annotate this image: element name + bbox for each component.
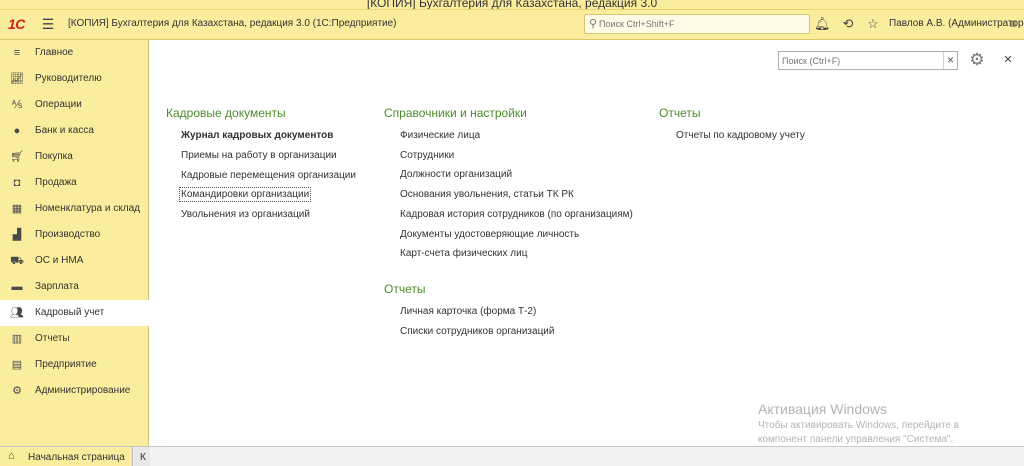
section-title-refs-reports: Отчеты: [384, 282, 426, 296]
activation-text: Чтобы активировать Windows, перейдите в: [758, 420, 960, 431]
panel-search-input[interactable]: [782, 54, 940, 67]
sidebar-item-label: Операции: [35, 99, 82, 110]
section-title-references: Справочники и настройки: [384, 106, 527, 120]
link-hr-reports[interactable]: Отчеты по кадровому учету: [676, 130, 805, 141]
link-positions[interactable]: Должности организаций: [400, 169, 512, 180]
sidebar: ≡ Главное 📈︎ Руководителю ⅍ Операции ● Б…: [0, 40, 149, 446]
link-dismissals[interactable]: Увольнения из организаций: [181, 209, 310, 220]
search-icon: ⚲: [589, 18, 598, 30]
sidebar-item-label: Продажа: [35, 177, 77, 188]
factory-icon: ▟: [12, 229, 22, 241]
link-individuals[interactable]: Физические лица: [400, 130, 480, 141]
link-card-accounts[interactable]: Карт-счета физических лиц: [400, 248, 527, 259]
sidebar-item-label: Покупка: [35, 151, 73, 162]
warehouse-icon: ▦: [11, 203, 23, 215]
window-title: [КОПИЯ] Бухгалтерия для Казахстана, реда…: [366, 0, 658, 10]
activation-text: компонент панели управления "Система".: [758, 434, 954, 445]
link-id-documents[interactable]: Документы удостоверяющие личность: [400, 229, 579, 240]
link-business-trips[interactable]: Командировки организации: [178, 187, 312, 202]
link-personal-card[interactable]: Личная карточка (форма Т-2): [400, 306, 536, 317]
global-search-input[interactable]: [599, 17, 804, 31]
sidebar-item-enterprise[interactable]: ▤ Предприятие: [0, 352, 149, 378]
truck-icon: ⛟: [10, 255, 24, 267]
settings-gear-icon[interactable]: ⚙: [966, 50, 988, 70]
sidebar-item-purchase[interactable]: 🛒︎ Покупка: [0, 144, 149, 170]
history-icon[interactable]: ⟲: [840, 16, 856, 32]
window-title-bar: [КОПИЯ] Бухгалтерия для Казахстана, реда…: [0, 0, 1024, 10]
sidebar-item-admin[interactable]: ⚙ Администрирование: [0, 378, 149, 404]
sidebar-item-warehouse[interactable]: ▦ Номенклатура и склад: [0, 196, 149, 222]
cart-icon: 🛒︎: [10, 151, 24, 163]
sidebar-item-label: Производство: [35, 229, 101, 240]
sidebar-item-label: Главное: [35, 47, 74, 58]
sidebar-item-label: Предприятие: [35, 359, 97, 370]
section-title-reports: Отчеты: [659, 106, 701, 120]
chart-line-icon: 📈︎: [10, 73, 24, 85]
sidebar-item-reports[interactable]: ▥ Отчеты: [0, 326, 149, 352]
link-transfers[interactable]: Кадровые перемещения организации: [181, 170, 356, 181]
global-search-box[interactable]: ⚲: [584, 14, 810, 34]
menu-lines-icon: ≡: [13, 47, 21, 59]
sidebar-item-bank[interactable]: ● Банк и касса: [0, 118, 149, 144]
link-hirings[interactable]: Приемы на работу в организации: [181, 150, 337, 161]
link-employee-lists[interactable]: Списки сотрудников организаций: [400, 326, 554, 337]
star-icon[interactable]: ☆: [865, 16, 881, 32]
panel-search-box[interactable]: ✕: [778, 51, 958, 70]
link-employees[interactable]: Сотрудники: [400, 150, 454, 161]
main-menu-icon[interactable]: ☰: [40, 17, 56, 31]
sidebar-item-label: Кадровый учет: [35, 307, 105, 318]
sidebar-item-production[interactable]: ▟ Производство: [0, 222, 149, 248]
sidebar-item-label: Банк и касса: [35, 125, 94, 136]
bottom-tab-bar: ⌂ Начальная страница К: [0, 446, 1024, 466]
sidebar-item-sales[interactable]: ◘ Продажа: [0, 170, 149, 196]
link-hr-docs-journal[interactable]: Журнал кадровых документов: [181, 130, 333, 141]
app-header: 1С ☰ [КОПИЯ] Бухгалтерия для Казахстана,…: [0, 10, 1024, 40]
tab-second[interactable]: К: [134, 447, 150, 466]
tab-label: Начальная страница: [28, 452, 125, 463]
close-icon[interactable]: ✕: [1002, 52, 1014, 68]
main-panel: ✕ ⚙ ✕ Кадровые документы Журнал кадровых…: [150, 40, 1024, 446]
current-user[interactable]: Павлов А.В. (Администратор): [889, 18, 1024, 29]
user-menu-icon[interactable]: ≡: [1006, 17, 1020, 31]
activation-title: Активация Windows: [758, 401, 888, 417]
app-logo: 1С: [8, 16, 25, 32]
bar-chart-icon: ▥: [11, 333, 23, 345]
home-icon: ⌂: [8, 450, 15, 462]
bag-icon: ◘: [13, 177, 21, 189]
sidebar-item-hr[interactable]: 👥︎ Кадровый учет: [0, 300, 149, 326]
app-title: [КОПИЯ] Бухгалтерия для Казахстана, реда…: [68, 18, 397, 29]
link-hr-history[interactable]: Кадровая история сотрудников (по организ…: [400, 209, 633, 220]
sidebar-item-label: Отчеты: [35, 333, 70, 344]
sidebar-item-label: Зарплата: [35, 281, 79, 292]
tab-label: К: [140, 452, 146, 463]
sidebar-item-label: Администрирование: [35, 385, 131, 396]
operations-icon: ⅍: [11, 99, 23, 111]
people-icon: 👥︎: [10, 307, 24, 319]
enterprise-icon: ▤: [11, 359, 23, 371]
sidebar-item-assets[interactable]: ⛟ ОС и НМА: [0, 248, 149, 274]
sidebar-item-director[interactable]: 📈︎ Руководителю: [0, 66, 149, 92]
clear-search-icon[interactable]: ✕: [943, 52, 957, 69]
sidebar-item-operations[interactable]: ⅍ Операции: [0, 92, 149, 118]
gear-icon: ⚙: [12, 385, 22, 397]
link-dismissal-grounds[interactable]: Основания увольнения, статьи ТК РК: [400, 189, 574, 200]
sidebar-item-label: Номенклатура и склад: [35, 203, 140, 214]
section-title-hr-docs: Кадровые документы: [166, 106, 286, 120]
money-icon: ▬: [11, 281, 23, 293]
sidebar-item-label: Руководителю: [35, 73, 102, 84]
sidebar-item-label: ОС и НМА: [35, 255, 84, 266]
coin-icon: ●: [13, 125, 21, 137]
bell-icon[interactable]: 🔔︎: [814, 16, 831, 32]
sidebar-item-salary[interactable]: ▬ Зарплата: [0, 274, 149, 300]
sidebar-item-main[interactable]: ≡ Главное: [0, 40, 149, 66]
tab-home-page[interactable]: ⌂ Начальная страница: [0, 447, 133, 466]
